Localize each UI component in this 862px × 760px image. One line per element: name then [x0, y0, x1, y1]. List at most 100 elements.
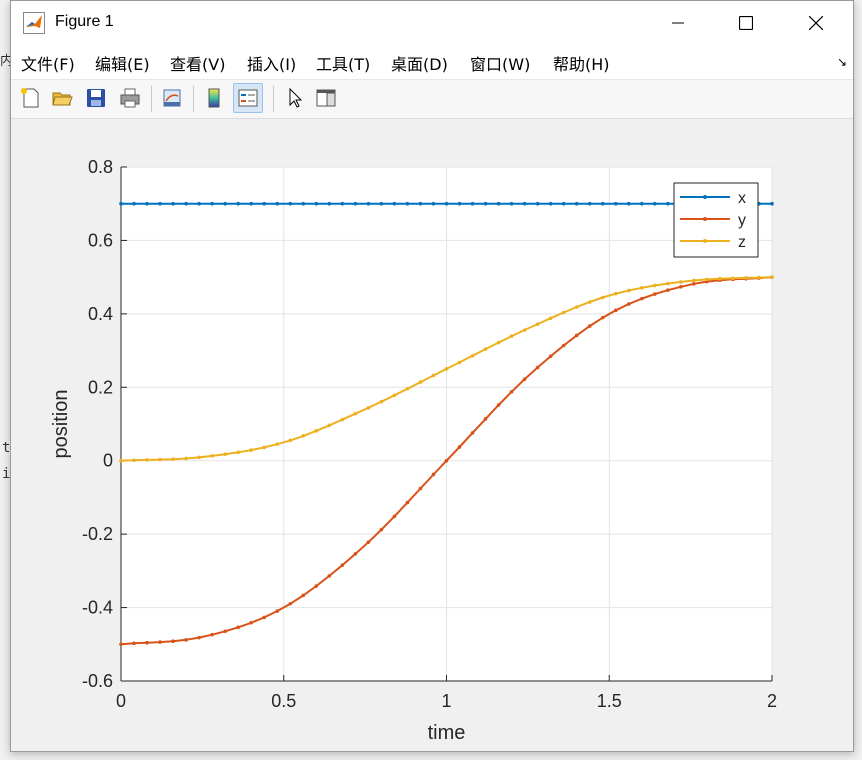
- series-point-y: [470, 431, 475, 435]
- menu-window[interactable]: 窗口(W): [470, 51, 530, 75]
- menu-file[interactable]: 文件(F): [21, 51, 75, 75]
- series-point-z: [613, 291, 618, 296]
- series-point-y: [418, 486, 423, 491]
- series-point-z: [744, 276, 748, 280]
- maximize-icon: [739, 16, 753, 30]
- series-point-z: [705, 277, 709, 282]
- print-button[interactable]: [115, 83, 145, 113]
- series-point-z: [509, 334, 514, 338]
- menu-tools[interactable]: 工具(T): [316, 51, 370, 75]
- save-button[interactable]: [81, 83, 111, 113]
- colorbar-button[interactable]: [199, 83, 229, 113]
- menu-desktop[interactable]: 桌面(D): [391, 51, 448, 75]
- series-point-x: [509, 201, 514, 206]
- series-point-y: [119, 642, 123, 647]
- series-point-y: [653, 292, 657, 296]
- series-point-x: [613, 201, 618, 206]
- pointer-icon: [289, 87, 303, 108]
- maximize-button[interactable]: [717, 1, 775, 45]
- series-point-y: [314, 584, 319, 588]
- series-point-z: [535, 322, 540, 326]
- series-point-x: [145, 201, 149, 206]
- series-point-z: [731, 276, 735, 281]
- series-point-y: [288, 601, 293, 606]
- figure-window: Figure 1 文件(F) 编辑(E) 查看(V) 插入(I) 工具(T) 桌…: [10, 0, 854, 752]
- menu-view[interactable]: 查看(V): [170, 51, 225, 75]
- series-point-z: [288, 438, 293, 443]
- series-point-z: [132, 458, 136, 463]
- series-point-y: [405, 500, 410, 505]
- series-point-x: [626, 201, 631, 206]
- legend-marker-z: [703, 239, 707, 243]
- property-editor-button[interactable]: [311, 83, 341, 113]
- legend-marker-y: [703, 217, 707, 221]
- series-point-y: [626, 302, 631, 306]
- series-point-y: [587, 324, 592, 328]
- series-point-x: [640, 201, 644, 206]
- y-tick-label: 0.8: [88, 157, 113, 177]
- series-point-z: [496, 340, 501, 345]
- series-point-x: [457, 201, 462, 206]
- series-point-x: [301, 201, 306, 206]
- series-point-z: [184, 456, 188, 461]
- open-file-button[interactable]: [47, 83, 77, 113]
- y-tick-label: 0: [103, 451, 113, 471]
- series-point-z: [692, 278, 696, 283]
- series-point-y: [457, 445, 462, 449]
- series-point-x: [587, 201, 592, 206]
- series-point-x: [275, 201, 280, 206]
- series-point-x: [600, 201, 605, 206]
- series-point-y: [535, 365, 540, 370]
- series-point-x: [561, 201, 566, 206]
- toolbar-separator: [273, 86, 274, 112]
- series-point-z: [483, 347, 488, 351]
- series-point-x: [418, 201, 423, 206]
- undock-arrow-icon[interactable]: ↘: [837, 55, 847, 69]
- series-point-x: [210, 201, 214, 206]
- series-point-x: [548, 201, 553, 206]
- series-point-y: [353, 552, 358, 556]
- series-point-y: [262, 615, 267, 620]
- x-tick-label: 0: [116, 691, 126, 711]
- menu-edit[interactable]: 编辑(E): [95, 51, 150, 75]
- series-point-y: [431, 472, 436, 477]
- series-point-y: [210, 632, 214, 637]
- menu-insert[interactable]: 插入(I): [247, 51, 296, 75]
- series-point-z: [548, 316, 553, 321]
- series-point-x: [223, 201, 227, 206]
- series-point-x: [262, 201, 267, 206]
- series-point-x: [483, 201, 488, 206]
- series-point-z: [119, 458, 123, 463]
- series-point-z: [757, 275, 761, 280]
- series-point-y: [223, 629, 227, 634]
- y-tick-label: 0.6: [88, 230, 113, 250]
- series-point-y: [132, 641, 136, 646]
- series-point-x: [405, 201, 410, 206]
- series-point-z: [718, 276, 722, 281]
- close-button[interactable]: [787, 1, 845, 45]
- x-tick-label: 1.5: [597, 691, 622, 711]
- series-point-z: [587, 300, 592, 304]
- series-point-x: [574, 201, 579, 206]
- series-point-z: [197, 455, 201, 460]
- series-point-x: [236, 201, 240, 206]
- y-tick-label: -0.6: [82, 671, 113, 691]
- minimize-button[interactable]: [649, 1, 707, 45]
- property-editor-icon: [316, 89, 336, 107]
- series-point-z: [561, 310, 566, 315]
- series-point-z: [275, 442, 280, 446]
- title-bar[interactable]: Figure 1: [11, 1, 853, 45]
- series-point-x: [470, 201, 475, 206]
- new-figure-button[interactable]: [15, 83, 45, 113]
- series-point-z: [666, 281, 670, 286]
- legend-button[interactable]: [233, 83, 263, 113]
- link-plot-button[interactable]: [157, 83, 187, 113]
- legend-label-x: x: [738, 190, 746, 207]
- series-point-x: [171, 201, 175, 206]
- series-point-x: [770, 201, 774, 206]
- series-point-y: [327, 574, 332, 578]
- series-point-y: [483, 417, 488, 421]
- menu-help[interactable]: 帮助(H): [553, 51, 610, 75]
- x-axis-label: time: [428, 722, 466, 744]
- pointer-button[interactable]: [279, 83, 309, 113]
